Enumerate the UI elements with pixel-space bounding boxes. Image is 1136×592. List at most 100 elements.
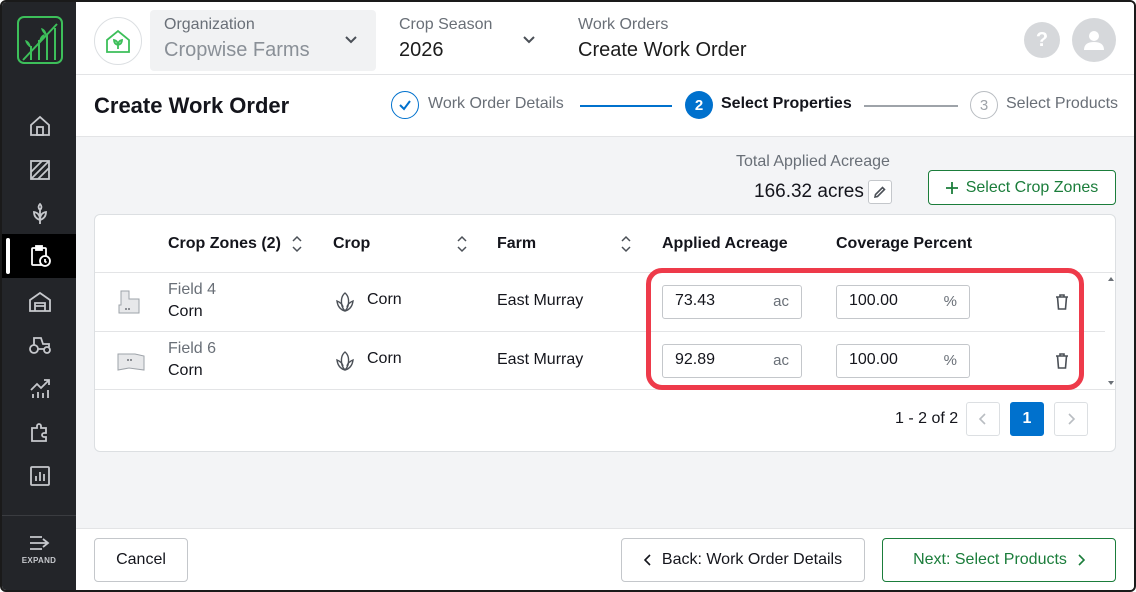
applied-acreage-input[interactable]: ac — [662, 344, 802, 378]
next-button-label: Next: Select Products — [913, 551, 1067, 568]
user-menu-button[interactable] — [1072, 18, 1116, 62]
chevron-left-icon — [978, 413, 986, 425]
work-orders-breadcrumb: Work Orders Create Work Order — [578, 10, 838, 71]
nav-fields[interactable] — [24, 154, 56, 186]
pagination-range: 1 - 2 of 2 — [895, 410, 959, 427]
nav-home[interactable] — [24, 110, 56, 142]
field-shape-icon — [117, 353, 145, 371]
crop-season-value: 2026 — [399, 39, 444, 61]
page-1-button[interactable]: 1 — [1010, 402, 1044, 436]
header-crop-zones[interactable]: Crop Zones (2) — [168, 235, 281, 253]
select-crop-zones-label: Select Crop Zones — [965, 178, 1099, 196]
edit-acreage-button[interactable] — [868, 180, 892, 204]
organization-selector[interactable]: Organization Cropwise Farms — [150, 10, 376, 71]
plus-icon — [945, 181, 958, 194]
header-farm[interactable]: Farm — [497, 235, 536, 253]
step-1-label: Work Order Details — [428, 95, 564, 112]
chevron-left-icon — [643, 554, 651, 566]
field-name: Field 4 — [168, 281, 217, 298]
step-2-label: Select Properties — [721, 95, 852, 112]
field-crop: Corn — [168, 362, 203, 379]
work-orders-current: Create Work Order — [578, 39, 747, 61]
table-row: Field 4 Corn Corn East Murray ac % — [95, 273, 1105, 331]
equipment-icon — [29, 337, 51, 354]
step-3-label: Select Products — [1006, 95, 1119, 112]
crop-zones-table: Crop Zones (2) Crop Farm Applied Acreage… — [94, 214, 1116, 452]
nav-analytics[interactable] — [24, 372, 56, 404]
footer-bar: Cancel Back: Work Order Details Next: Se… — [76, 528, 1134, 590]
nav-work-orders[interactable] — [24, 240, 56, 272]
back-button[interactable]: Back: Work Order Details — [621, 538, 865, 582]
step-1-circle — [391, 91, 419, 119]
work-orders-label[interactable]: Work Orders — [578, 16, 668, 34]
expand-label: EXPAND — [21, 556, 57, 565]
table-scrollbar[interactable] — [1105, 273, 1116, 389]
coverage-percent-input[interactable]: % — [836, 344, 970, 378]
work-orders-icon — [31, 245, 51, 267]
storage-icon — [29, 291, 51, 312]
fields-icon — [30, 160, 50, 180]
corn-icon — [336, 292, 354, 312]
sidebar: EXPAND — [2, 2, 76, 590]
nav-storage[interactable] — [24, 286, 56, 318]
nav-equipment[interactable] — [24, 328, 56, 360]
help-icon: ? — [1035, 28, 1049, 51]
expand-icon — [30, 536, 50, 550]
chevron-down-icon — [345, 36, 357, 44]
corn-icon — [336, 351, 354, 371]
sort-icon[interactable] — [292, 235, 302, 253]
organization-label: Organization — [164, 16, 255, 33]
field-name: Field 6 — [168, 340, 217, 357]
header-coverage-percent: Coverage Percent — [836, 235, 973, 252]
applied-acreage-field[interactable] — [675, 292, 765, 310]
expand-sidebar-button[interactable]: EXPAND — [2, 515, 76, 590]
nav-integrations[interactable] — [24, 416, 56, 448]
chevron-down-icon — [523, 36, 535, 44]
crop-value: Corn — [367, 350, 402, 367]
coverage-percent-field[interactable] — [849, 292, 939, 310]
total-acreage-label: Total Applied Acreage — [736, 153, 890, 170]
crop-value: Corn — [367, 291, 402, 308]
nav-crops[interactable] — [24, 198, 56, 230]
app-window: EXPAND Organization Cropwise Farms Crop … — [0, 0, 1136, 592]
acreage-unit: ac — [773, 352, 789, 369]
previous-page-button[interactable] — [966, 402, 1000, 436]
next-page-button[interactable] — [1054, 402, 1088, 436]
cropwise-logo — [17, 16, 63, 64]
organization-value: Cropwise Farms — [164, 39, 310, 61]
delete-row-icon[interactable] — [1055, 293, 1069, 311]
reports-icon — [30, 466, 50, 486]
page-title: Create Work Order — [94, 93, 290, 118]
cancel-button[interactable]: Cancel — [94, 538, 188, 582]
home-icon — [30, 115, 50, 136]
sort-icon[interactable] — [457, 235, 467, 253]
field-shape-icon — [118, 290, 140, 314]
chevron-right-icon — [1068, 413, 1076, 425]
percent-unit: % — [943, 293, 957, 310]
organization-avatar — [94, 17, 142, 65]
total-acreage-value: 166.32 acres — [754, 181, 864, 202]
select-crop-zones-button[interactable]: Select Crop Zones — [928, 170, 1116, 205]
integrations-icon — [31, 423, 47, 442]
sort-icon[interactable] — [621, 235, 631, 253]
checkmark-icon — [399, 100, 411, 111]
crop-season-label: Crop Season — [399, 16, 493, 33]
step-connector-upcoming — [864, 105, 958, 107]
help-button[interactable]: ? — [1024, 22, 1060, 58]
coverage-percent-input[interactable]: % — [836, 285, 970, 319]
applied-acreage-input[interactable]: ac — [662, 285, 802, 319]
percent-unit: % — [943, 352, 957, 369]
table-row: Field 6 Corn Corn East Murray ac % — [95, 332, 1105, 390]
delete-row-icon[interactable] — [1055, 352, 1069, 370]
coverage-percent-field[interactable] — [849, 351, 939, 369]
applied-acreage-field[interactable] — [675, 351, 765, 369]
step-3-circle: 3 — [970, 91, 998, 119]
farm-value: East Murray — [497, 351, 584, 368]
nav-reports[interactable] — [24, 460, 56, 492]
crop-season-selector[interactable]: Crop Season 2026 — [386, 10, 546, 71]
next-button[interactable]: Next: Select Products — [882, 538, 1116, 582]
chevron-right-icon — [1078, 554, 1085, 566]
pencil-icon — [873, 186, 886, 199]
farm-value: East Murray — [497, 292, 584, 309]
header-crop[interactable]: Crop — [333, 235, 370, 253]
